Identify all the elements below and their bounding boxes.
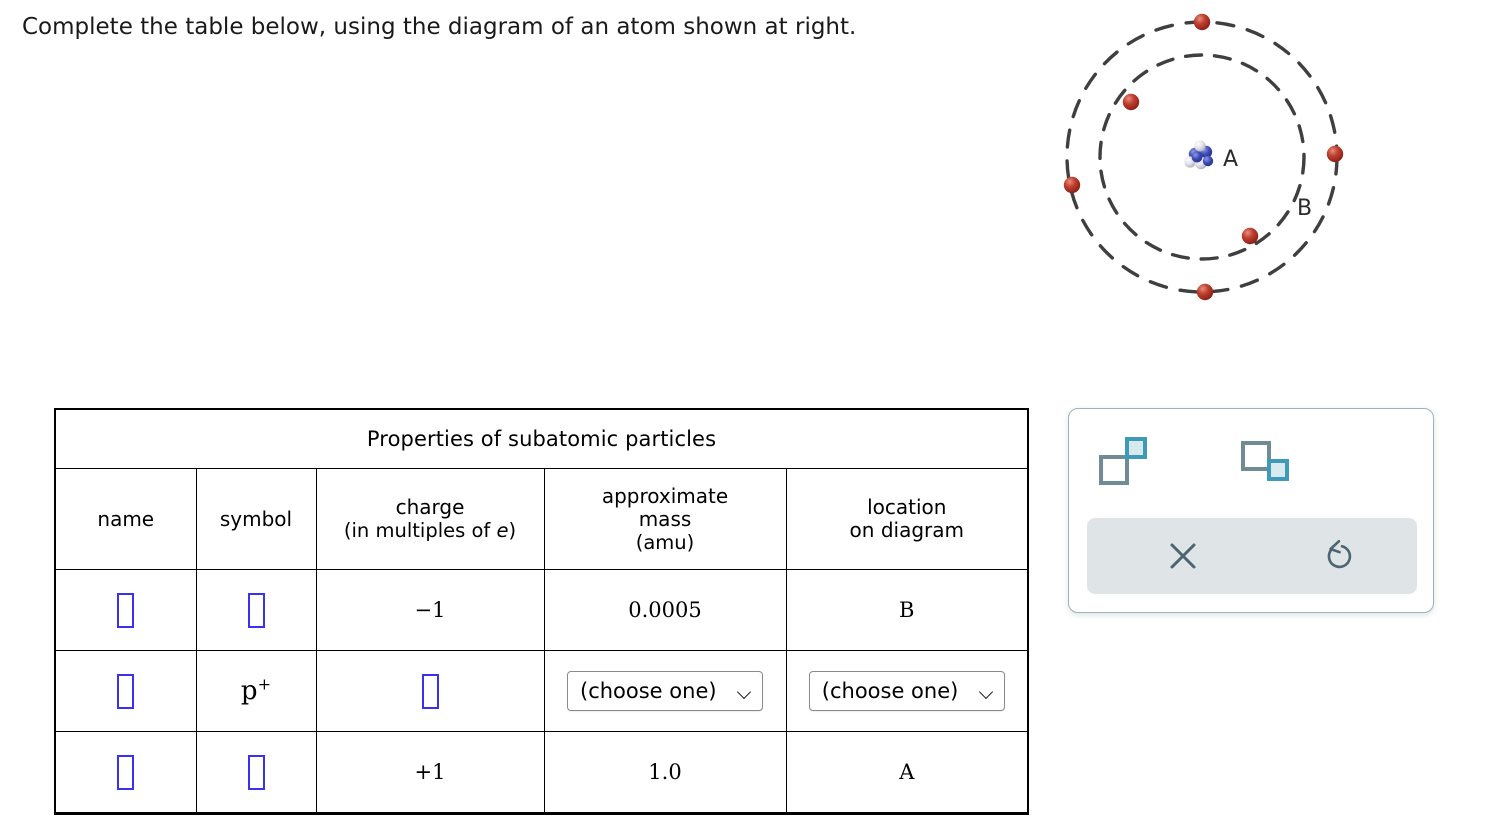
chevron-down-icon	[738, 687, 752, 696]
superscript-base-square	[1099, 455, 1129, 485]
cell-symbol-2: p+	[195, 650, 317, 732]
table-title-row: Properties of subatomic particles	[53, 408, 1030, 469]
column-header-location-l1: location	[867, 495, 947, 519]
subscript-mark-square	[1267, 459, 1289, 481]
palette-action-bar	[1087, 518, 1417, 594]
table-header-row: name symbol charge (in multiples of e) a…	[54, 468, 1030, 570]
clear-button[interactable]	[1145, 518, 1221, 594]
shell-label: B	[1297, 196, 1312, 221]
name-input-3[interactable]	[117, 754, 135, 790]
cell-symbol-3	[195, 731, 317, 815]
column-header-symbol: symbol	[195, 468, 317, 570]
cell-charge-1: −1	[315, 569, 545, 651]
chevron-down-icon	[980, 687, 994, 696]
mass-select-2[interactable]: (choose one)	[567, 671, 763, 711]
column-header-mass-unit: (amu)	[635, 530, 695, 554]
name-input-2[interactable]	[117, 673, 135, 709]
column-header-mass-l1: approximate	[601, 483, 729, 508]
atom-diagram: A B	[1045, 2, 1385, 312]
undo-button[interactable]	[1299, 518, 1375, 594]
cell-mass-1: 0.0005	[543, 569, 787, 651]
cell-location-3: A	[785, 731, 1030, 815]
close-icon	[1170, 543, 1196, 569]
proton-symbol: p+	[240, 674, 272, 706]
column-header-location: location on diagram	[785, 468, 1030, 570]
palette-icon-row	[1069, 435, 1433, 495]
column-header-location-l2: on diagram	[849, 518, 964, 542]
subatomic-particles-table: Properties of subatomic particles name s…	[53, 408, 1030, 815]
subscript-icon[interactable]	[1241, 435, 1305, 491]
table-title: Properties of subatomic particles	[53, 408, 1030, 469]
name-input-1[interactable]	[117, 592, 135, 628]
location-select-2-value: (choose one)	[821, 679, 959, 703]
mass-select-2-value: (choose one)	[580, 679, 717, 703]
symbol-input-1[interactable]	[247, 592, 265, 628]
nucleus-label: A	[1223, 147, 1238, 172]
cell-mass-3: 1.0	[543, 731, 787, 815]
column-header-name: name	[54, 468, 197, 570]
undo-icon	[1327, 539, 1352, 569]
cell-location-1: B	[785, 569, 1030, 651]
cell-name-2	[54, 650, 197, 732]
cell-charge-2	[315, 650, 545, 732]
charge-input-2[interactable]	[421, 673, 439, 709]
symbol-input-3[interactable]	[247, 754, 265, 790]
nucleus-icon	[1184, 140, 1214, 170]
table-row: +1 1.0 A	[54, 731, 1030, 815]
column-header-charge-main: charge	[395, 495, 465, 519]
column-header-charge: charge (in multiples of e)	[315, 468, 545, 570]
table-row: p+ (choose one) (choose one)	[54, 650, 1030, 732]
superscript-icon[interactable]	[1099, 435, 1163, 491]
column-header-mass: approximate mass (amu)	[543, 468, 787, 570]
answer-tool-palette	[1068, 408, 1434, 613]
cell-charge-3: +1	[315, 731, 545, 815]
column-header-mass-l2: mass	[638, 506, 692, 531]
cell-location-2: (choose one)	[785, 650, 1030, 732]
cell-symbol-1	[195, 569, 317, 651]
column-header-charge-sub: (in multiples of e)	[343, 519, 517, 542]
cell-name-1	[54, 569, 197, 651]
table-row: −1 0.0005 B	[54, 569, 1030, 651]
superscript-mark-square	[1125, 437, 1147, 459]
question-prompt: Complete the table below, using the diag…	[22, 14, 857, 40]
location-select-2[interactable]: (choose one)	[808, 671, 1005, 711]
cell-name-3	[54, 731, 197, 815]
cell-mass-2: (choose one)	[543, 650, 787, 732]
